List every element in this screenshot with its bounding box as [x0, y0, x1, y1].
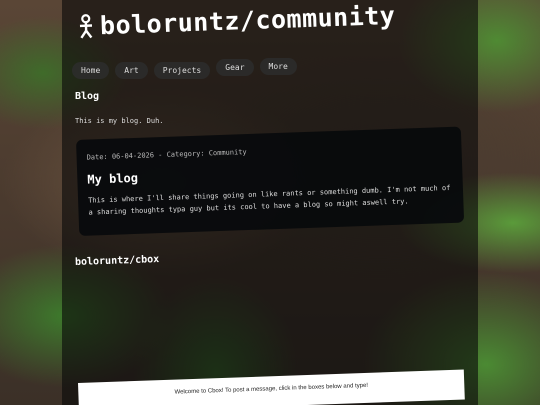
post-body: This is where I'll share things going on…: [87, 183, 451, 217]
main-nav: Home Art Projects Gear More: [72, 58, 303, 79]
cbox-welcome-text: Welcome to Cbox! To post a message, clic…: [174, 382, 369, 396]
nav-projects[interactable]: Projects: [153, 62, 211, 79]
stick-figure-icon: [79, 13, 93, 39]
nav-gear[interactable]: Gear: [216, 59, 254, 76]
post-title[interactable]: My blog: [87, 160, 452, 187]
nav-home[interactable]: Home: [72, 62, 110, 79]
blog-intro: This is my blog. Duh.: [75, 117, 164, 125]
nav-art[interactable]: Art: [115, 62, 148, 79]
blog-post-card: Date: 06-04-2026 - Category: Community M…: [76, 126, 465, 236]
blog-heading: Blog: [75, 91, 100, 102]
post-meta: Date: 06-04-2026 - Category: Community: [86, 148, 247, 162]
nav-more[interactable]: More: [259, 58, 297, 75]
